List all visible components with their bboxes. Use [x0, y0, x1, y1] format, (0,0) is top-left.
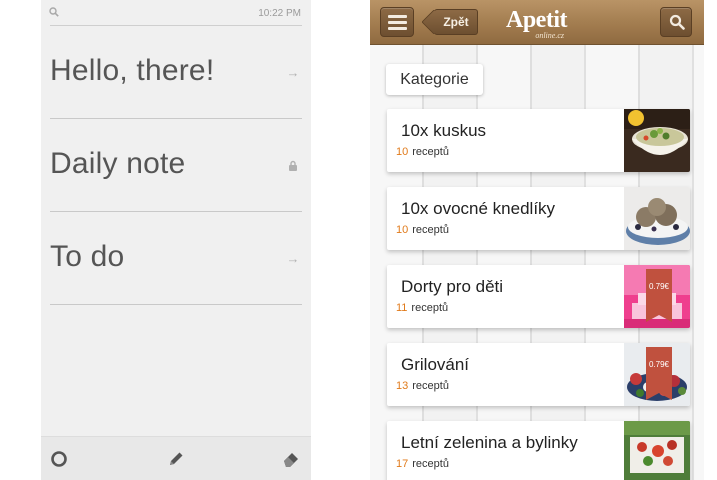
summer-vegetables-image — [624, 421, 690, 480]
circle-icon[interactable] — [49, 449, 69, 469]
recipe-count: 11 receptů — [396, 302, 449, 314]
arrow-right-icon: → — [286, 251, 300, 266]
notes-app-screen: 10:22 PM Hello, there! → Daily note To d… — [41, 0, 311, 480]
note-item-hello[interactable]: Hello, there! → — [50, 26, 302, 119]
note-item-daily[interactable]: Daily note — [50, 119, 302, 212]
notes-status-bar: 10:22 PM — [41, 0, 311, 26]
search-icon[interactable] — [49, 7, 59, 17]
notes-toolbar — [41, 436, 311, 480]
category-card-grilovani[interactable]: Grilování 13 receptů 0.79€ — [387, 343, 690, 406]
app-logo: Apetit online.cz — [506, 7, 570, 41]
app-header: Zpět Apetit online.cz — [370, 0, 704, 45]
category-title: 10x kuskus — [401, 121, 487, 140]
arrow-right-icon: → — [286, 65, 300, 80]
category-card-zelenina[interactable]: Letní zelenina a bylinky 17 receptů — [387, 421, 690, 480]
price-tag: 0.79€ — [646, 347, 672, 400]
note-title: Daily note — [50, 147, 186, 180]
couscous-bowl-image — [624, 109, 690, 172]
category-card-knedliky[interactable]: 10x ovocné knedlíky 10 receptů — [387, 187, 690, 250]
note-title: Hello, there! — [50, 54, 215, 87]
eraser-icon[interactable] — [281, 449, 301, 469]
category-title: Letní zelenina a bylinky — [401, 433, 578, 452]
grilling-image: 0.79€ — [624, 343, 690, 406]
section-label: Kategorie — [386, 64, 483, 95]
pencil-icon[interactable] — [166, 449, 186, 469]
status-time: 10:22 PM — [258, 8, 301, 19]
category-card-kuskus[interactable]: 10x kuskus 10 receptů — [387, 109, 690, 172]
recipe-count: 17 receptů — [396, 458, 449, 470]
note-title: To do — [50, 240, 125, 273]
logo-text: Apetit — [506, 7, 567, 33]
price-tag: 0.79€ — [646, 269, 672, 322]
category-title: 10x ovocné knedlíky — [401, 199, 556, 218]
category-title: Dorty pro děti — [401, 277, 504, 296]
recipe-count: 10 receptů — [396, 224, 449, 236]
kids-cakes-image: 0.79€ — [624, 265, 690, 328]
back-label: Zpět — [443, 15, 469, 29]
recipe-count: 10 receptů — [396, 146, 449, 158]
lock-icon — [289, 160, 297, 171]
apetit-app-screen: Zpět Apetit online.cz Kategorie 10x kusk… — [370, 0, 704, 480]
logo-subtext: online.cz — [535, 31, 564, 40]
menu-button[interactable] — [380, 7, 414, 37]
category-card-dorty[interactable]: Dorty pro děti 11 receptů 0.79€ — [387, 265, 690, 328]
fruit-dumplings-image — [624, 187, 690, 250]
note-item-todo[interactable]: To do → — [50, 212, 302, 305]
back-button[interactable]: Zpět — [421, 9, 478, 35]
search-button[interactable] — [660, 7, 692, 37]
recipe-count: 13 receptů — [396, 380, 449, 392]
category-title: Grilování — [401, 355, 470, 374]
search-icon — [669, 14, 685, 30]
